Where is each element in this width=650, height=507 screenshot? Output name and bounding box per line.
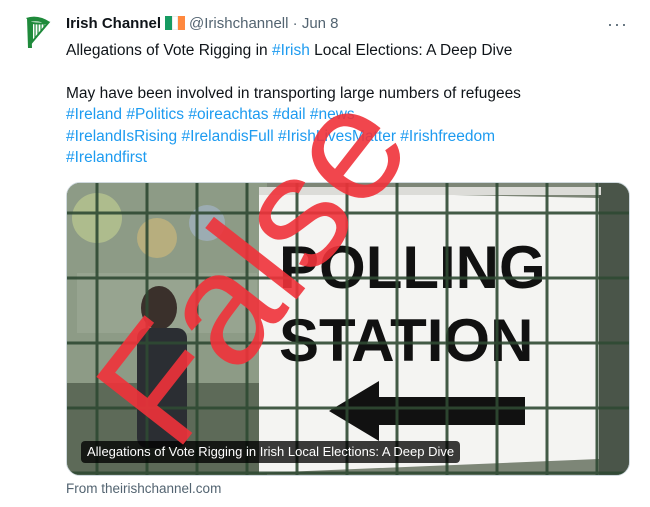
hashtag-link[interactable]: #oireachtas: [188, 106, 268, 123]
hashtag-link[interactable]: #Ireland: [66, 106, 122, 123]
body-text: May have been involved in transporting l…: [66, 84, 521, 102]
account-avatar[interactable]: [18, 12, 58, 52]
hashtag-link[interactable]: #Irelandfirst: [66, 149, 147, 166]
hashtag-link[interactable]: #Irish: [272, 42, 310, 59]
hashtags-line-3: #Irelandfirst: [66, 147, 626, 169]
display-name[interactable]: Irish Channel: [66, 15, 161, 32]
hashtags-line-2: #IrelandIsRising #IrelandisFull #IrishLi…: [66, 126, 626, 148]
ireland-flag-icon: [165, 16, 185, 30]
hashtag-link[interactable]: #dail: [273, 106, 306, 123]
hashtag-link[interactable]: #IrelandIsRising: [66, 128, 177, 145]
hashtag-link[interactable]: #IrishLivesMatter: [278, 128, 396, 145]
separator: ·: [292, 15, 298, 32]
tweet: Irish Channel @Irishchannell · Jun 8 ··· …: [0, 0, 650, 507]
hashtag-link[interactable]: #Irishfreedom: [400, 128, 495, 145]
post-date[interactable]: Jun 8: [302, 15, 339, 32]
sign-line-2: STATION: [279, 307, 533, 374]
card-title: Allegations of Vote Rigging in Irish Loc…: [81, 441, 461, 463]
sign-line-1: POLLING: [279, 234, 546, 301]
irish-harp-icon: [26, 16, 51, 48]
link-card[interactable]: POLLING STATION Allegations of Vote Rigg…: [66, 182, 630, 476]
headline: Allegations of Vote Rigging in #Irish Lo…: [66, 40, 626, 62]
hashtag-link[interactable]: #IrelandisFull: [181, 128, 273, 145]
tweet-text: Allegations of Vote Rigging in #Irish Lo…: [66, 40, 626, 169]
headline-text-end: Local Elections: A Deep Dive: [309, 42, 513, 59]
hashtags-line-1: #Ireland #Politics #oireachtas #dail #ne…: [66, 104, 626, 126]
headline-text: Allegations of Vote Rigging in: [66, 42, 272, 59]
hashtag-link[interactable]: #Politics: [126, 106, 184, 123]
hashtag-link[interactable]: #news: [310, 106, 355, 123]
handle[interactable]: @Irishchannell: [189, 15, 288, 32]
more-options-icon[interactable]: ···: [607, 14, 628, 34]
polling-station-photo: POLLING STATION: [67, 183, 629, 475]
card-source[interactable]: From theirishchannel.com: [66, 481, 221, 496]
tweet-header: Irish Channel @Irishchannell · Jun 8: [66, 14, 339, 34]
